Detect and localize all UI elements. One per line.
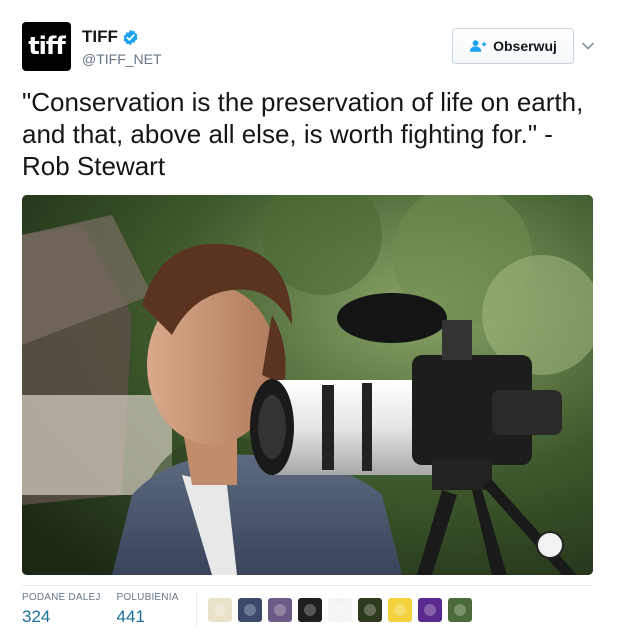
divider [22, 585, 593, 586]
photo-illustration [22, 195, 593, 575]
display-name-text[interactable]: TIFF [82, 27, 118, 47]
display-name[interactable]: TIFF [82, 27, 162, 47]
liker-avatar-face [454, 604, 466, 616]
liker-avatar[interactable] [208, 598, 232, 622]
account-avatar[interactable]: tiff [22, 22, 71, 71]
retweets-count: 324 [22, 607, 51, 626]
liker-avatar-face [394, 604, 406, 616]
liker-avatar[interactable] [418, 598, 442, 622]
liker-avatar-face [364, 604, 376, 616]
verified-badge-icon [123, 29, 138, 45]
liker-avatar[interactable] [388, 598, 412, 622]
stats-divider [196, 592, 197, 628]
likes-count: 441 [116, 607, 145, 626]
liker-avatar-face [244, 604, 256, 616]
liker-avatar[interactable] [298, 598, 322, 622]
liker-avatar[interactable] [358, 598, 382, 622]
tweet-text: "Conservation is the preservation of lif… [22, 87, 584, 181]
retweets-stat[interactable]: PODANE DALEJ 324 [22, 592, 101, 628]
liker-avatar[interactable] [268, 598, 292, 622]
liker-avatar[interactable] [448, 598, 472, 622]
liker-avatar-face [304, 604, 316, 616]
retweets-label: PODANE DALEJ [22, 592, 101, 603]
liker-avatar-face [424, 604, 436, 616]
likers-list [208, 598, 472, 622]
chevron-down-icon[interactable] [580, 38, 596, 54]
tweet-photo[interactable] [22, 195, 593, 575]
follow-button-label: Obserwuj [493, 38, 557, 54]
account-name-block[interactable]: TIFF @TIFF_NET [82, 27, 162, 67]
liker-avatar-face [334, 604, 346, 616]
tweet-header: tiff TIFF @TIFF_NET Obserwuj [22, 22, 602, 72]
liker-avatar-face [274, 604, 286, 616]
liker-avatar[interactable] [328, 598, 352, 622]
liker-avatar[interactable] [238, 598, 262, 622]
follow-button[interactable]: Obserwuj [452, 28, 574, 64]
account-handle[interactable]: @TIFF_NET [82, 51, 162, 67]
liker-avatar-face [214, 604, 226, 616]
likes-label: POLUBIENIA [116, 592, 179, 603]
likes-stat[interactable]: POLUBIENIA 441 [117, 592, 179, 628]
tweet-stats: PODANE DALEJ 324 POLUBIENIA 441 [22, 592, 195, 628]
add-user-icon [469, 40, 487, 52]
